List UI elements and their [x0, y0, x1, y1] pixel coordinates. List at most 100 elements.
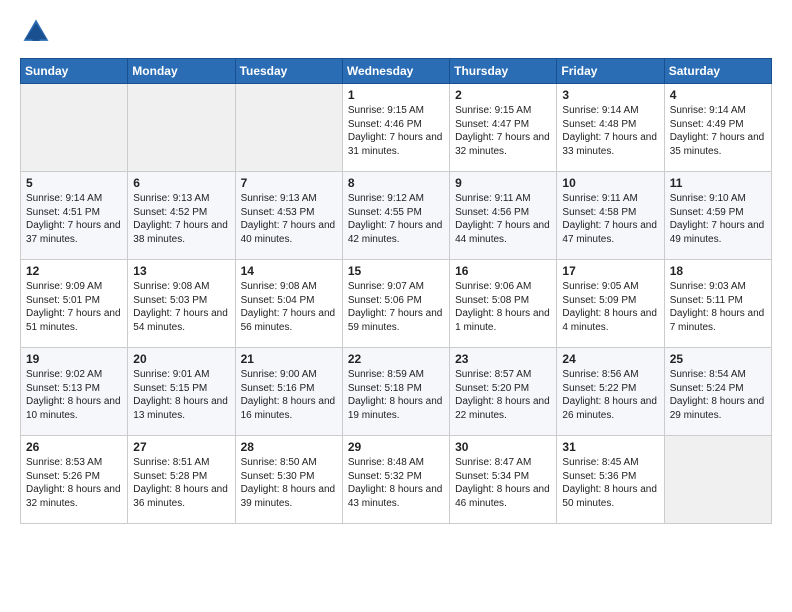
- calendar-cell: 25 Sunrise: 8:54 AM Sunset: 5:24 PM Dayli…: [664, 348, 771, 436]
- day-number: 15: [348, 264, 444, 278]
- cell-content: Sunrise: 9:08 AM Sunset: 5:04 PM Dayligh…: [241, 280, 337, 334]
- cell-content: Sunrise: 9:14 AM Sunset: 4:51 PM Dayligh…: [26, 192, 122, 246]
- cell-content: Sunrise: 9:14 AM Sunset: 4:49 PM Dayligh…: [670, 104, 766, 158]
- calendar-cell: 15 Sunrise: 9:07 AM Sunset: 5:06 PM Dayli…: [342, 260, 449, 348]
- logo: [20, 16, 56, 48]
- calendar-cell: 22 Sunrise: 8:59 AM Sunset: 5:18 PM Dayli…: [342, 348, 449, 436]
- calendar-cell: 8Sunrise: 9:12 AM Sunset: 4:55 PM Daylig…: [342, 172, 449, 260]
- calendar-cell: [664, 436, 771, 524]
- calendar-cell: 10Sunrise: 9:11 AM Sunset: 4:58 PM Dayli…: [557, 172, 664, 260]
- cell-content: Sunrise: 9:06 AM Sunset: 5:08 PM Dayligh…: [455, 280, 551, 334]
- day-number: 11: [670, 176, 766, 190]
- cell-content: Sunrise: 8:48 AM Sunset: 5:32 PM Dayligh…: [348, 456, 444, 510]
- day-number: 16: [455, 264, 551, 278]
- calendar-cell: [21, 84, 128, 172]
- cell-content: Sunrise: 8:47 AM Sunset: 5:34 PM Dayligh…: [455, 456, 551, 510]
- day-number: 27: [133, 440, 229, 454]
- calendar-cell: 7Sunrise: 9:13 AM Sunset: 4:53 PM Daylig…: [235, 172, 342, 260]
- calendar-cell: 18 Sunrise: 9:03 AM Sunset: 5:11 PM Dayli…: [664, 260, 771, 348]
- calendar-body: 1 Sunrise: 9:15 AM Sunset: 4:46 PM Daylig…: [21, 84, 772, 524]
- calendar-cell: 14Sunrise: 9:08 AM Sunset: 5:04 PM Dayli…: [235, 260, 342, 348]
- calendar-cell: 4 Sunrise: 9:14 AM Sunset: 4:49 PM Daylig…: [664, 84, 771, 172]
- weekday-thursday: Thursday: [450, 59, 557, 84]
- day-number: 28: [241, 440, 337, 454]
- day-number: 12: [26, 264, 122, 278]
- day-number: 24: [562, 352, 658, 366]
- cell-content: Sunrise: 8:54 AM Sunset: 5:24 PM Dayligh…: [670, 368, 766, 422]
- day-number: 22: [348, 352, 444, 366]
- day-number: 10: [562, 176, 658, 190]
- calendar-cell: 6Sunrise: 9:13 AM Sunset: 4:52 PM Daylig…: [128, 172, 235, 260]
- calendar-week-2: 12 Sunrise: 9:09 AM Sunset: 5:01 PM Dayli…: [21, 260, 772, 348]
- cell-content: Sunrise: 9:14 AM Sunset: 4:48 PM Dayligh…: [562, 104, 658, 158]
- calendar-cell: 3 Sunrise: 9:14 AM Sunset: 4:48 PM Daylig…: [557, 84, 664, 172]
- cell-content: Sunrise: 8:56 AM Sunset: 5:22 PM Dayligh…: [562, 368, 658, 422]
- day-number: 25: [670, 352, 766, 366]
- day-number: 23: [455, 352, 551, 366]
- calendar-cell: 1 Sunrise: 9:15 AM Sunset: 4:46 PM Daylig…: [342, 84, 449, 172]
- calendar-cell: [128, 84, 235, 172]
- cell-content: Sunrise: 9:15 AM Sunset: 4:47 PM Dayligh…: [455, 104, 551, 158]
- day-number: 1: [348, 88, 444, 102]
- day-number: 20: [133, 352, 229, 366]
- cell-content: Sunrise: 8:50 AM Sunset: 5:30 PM Dayligh…: [241, 456, 337, 510]
- cell-content: Sunrise: 9:01 AM Sunset: 5:15 PM Dayligh…: [133, 368, 229, 422]
- cell-content: Sunrise: 9:13 AM Sunset: 4:53 PM Dayligh…: [241, 192, 337, 246]
- cell-content: Sunrise: 8:45 AM Sunset: 5:36 PM Dayligh…: [562, 456, 658, 510]
- day-number: 13: [133, 264, 229, 278]
- weekday-tuesday: Tuesday: [235, 59, 342, 84]
- calendar-cell: 12 Sunrise: 9:09 AM Sunset: 5:01 PM Dayli…: [21, 260, 128, 348]
- cell-content: Sunrise: 9:02 AM Sunset: 5:13 PM Dayligh…: [26, 368, 122, 422]
- cell-content: Sunrise: 9:15 AM Sunset: 4:46 PM Dayligh…: [348, 104, 444, 158]
- calendar-cell: 20 Sunrise: 9:01 AM Sunset: 5:15 PM Dayli…: [128, 348, 235, 436]
- page: SundayMondayTuesdayWednesdayThursdayFrid…: [0, 0, 792, 612]
- cell-content: Sunrise: 9:00 AM Sunset: 5:16 PM Dayligh…: [241, 368, 337, 422]
- calendar-cell: 13 Sunrise: 9:08 AM Sunset: 5:03 PM Dayli…: [128, 260, 235, 348]
- logo-icon: [20, 16, 52, 48]
- calendar-cell: 31 Sunrise: 8:45 AM Sunset: 5:36 PM Dayli…: [557, 436, 664, 524]
- day-number: 9: [455, 176, 551, 190]
- day-number: 30: [455, 440, 551, 454]
- weekday-wednesday: Wednesday: [342, 59, 449, 84]
- calendar-cell: 23Sunrise: 8:57 AM Sunset: 5:20 PM Dayli…: [450, 348, 557, 436]
- calendar-cell: 16 Sunrise: 9:06 AM Sunset: 5:08 PM Dayli…: [450, 260, 557, 348]
- header: [20, 16, 772, 48]
- cell-content: Sunrise: 9:13 AM Sunset: 4:52 PM Dayligh…: [133, 192, 229, 246]
- weekday-monday: Monday: [128, 59, 235, 84]
- day-number: 18: [670, 264, 766, 278]
- cell-content: Sunrise: 9:05 AM Sunset: 5:09 PM Dayligh…: [562, 280, 658, 334]
- cell-content: Sunrise: 9:07 AM Sunset: 5:06 PM Dayligh…: [348, 280, 444, 334]
- calendar-cell: 29 Sunrise: 8:48 AM Sunset: 5:32 PM Dayli…: [342, 436, 449, 524]
- cell-content: Sunrise: 9:03 AM Sunset: 5:11 PM Dayligh…: [670, 280, 766, 334]
- calendar-cell: 30 Sunrise: 8:47 AM Sunset: 5:34 PM Dayli…: [450, 436, 557, 524]
- calendar-cell: 11 Sunrise: 9:10 AM Sunset: 4:59 PM Dayli…: [664, 172, 771, 260]
- day-number: 5: [26, 176, 122, 190]
- cell-content: Sunrise: 9:10 AM Sunset: 4:59 PM Dayligh…: [670, 192, 766, 246]
- weekday-sunday: Sunday: [21, 59, 128, 84]
- calendar-cell: [235, 84, 342, 172]
- day-number: 21: [241, 352, 337, 366]
- day-number: 19: [26, 352, 122, 366]
- cell-content: Sunrise: 9:08 AM Sunset: 5:03 PM Dayligh…: [133, 280, 229, 334]
- day-number: 4: [670, 88, 766, 102]
- calendar-cell: 26Sunrise: 8:53 AM Sunset: 5:26 PM Dayli…: [21, 436, 128, 524]
- day-number: 29: [348, 440, 444, 454]
- cell-content: Sunrise: 9:09 AM Sunset: 5:01 PM Dayligh…: [26, 280, 122, 334]
- calendar-week-4: 26Sunrise: 8:53 AM Sunset: 5:26 PM Dayli…: [21, 436, 772, 524]
- weekday-saturday: Saturday: [664, 59, 771, 84]
- calendar-cell: 21 Sunrise: 9:00 AM Sunset: 5:16 PM Dayli…: [235, 348, 342, 436]
- day-number: 2: [455, 88, 551, 102]
- calendar-cell: 27Sunrise: 8:51 AM Sunset: 5:28 PM Dayli…: [128, 436, 235, 524]
- calendar-cell: 9Sunrise: 9:11 AM Sunset: 4:56 PM Daylig…: [450, 172, 557, 260]
- calendar-week-3: 19 Sunrise: 9:02 AM Sunset: 5:13 PM Dayli…: [21, 348, 772, 436]
- cell-content: Sunrise: 8:53 AM Sunset: 5:26 PM Dayligh…: [26, 456, 122, 510]
- calendar-week-1: 5 Sunrise: 9:14 AM Sunset: 4:51 PM Daylig…: [21, 172, 772, 260]
- cell-content: Sunrise: 8:59 AM Sunset: 5:18 PM Dayligh…: [348, 368, 444, 422]
- calendar-cell: 2 Sunrise: 9:15 AM Sunset: 4:47 PM Daylig…: [450, 84, 557, 172]
- day-number: 31: [562, 440, 658, 454]
- calendar-cell: 17Sunrise: 9:05 AM Sunset: 5:09 PM Dayli…: [557, 260, 664, 348]
- day-number: 3: [562, 88, 658, 102]
- calendar-cell: 28 Sunrise: 8:50 AM Sunset: 5:30 PM Dayli…: [235, 436, 342, 524]
- calendar-week-0: 1 Sunrise: 9:15 AM Sunset: 4:46 PM Daylig…: [21, 84, 772, 172]
- cell-content: Sunrise: 9:12 AM Sunset: 4:55 PM Dayligh…: [348, 192, 444, 246]
